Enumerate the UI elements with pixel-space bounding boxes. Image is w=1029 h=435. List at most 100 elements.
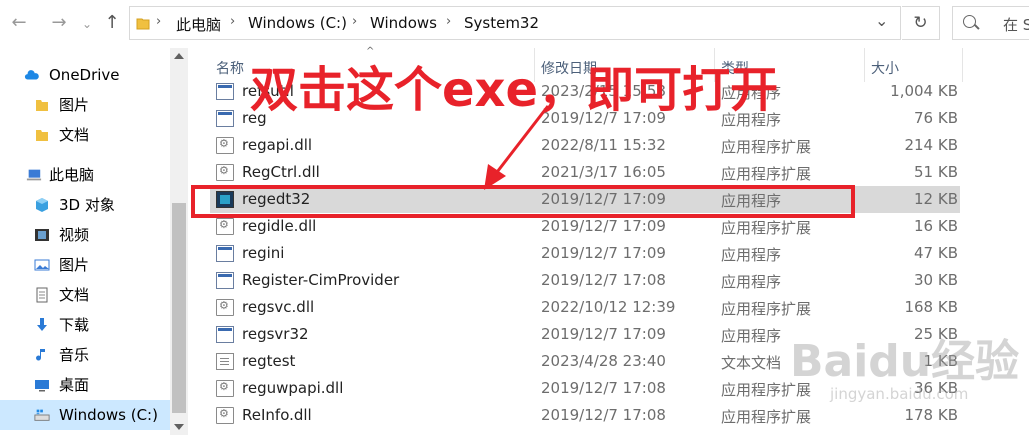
sidebar-item-documents-onedrive[interactable]: 文档 bbox=[0, 120, 170, 150]
sidebar-item-this-pc[interactable]: 此电脑 bbox=[0, 160, 170, 190]
music-icon bbox=[36, 349, 45, 361]
sidebar-item-label: 桌面 bbox=[59, 376, 90, 394]
sidebar-item-pictures-onedrive[interactable]: 图片 bbox=[0, 90, 170, 120]
address-input[interactable]: › 此电脑 › Windows (C:) › Windows › System3… bbox=[129, 6, 901, 40]
file-name: regini bbox=[242, 244, 285, 262]
search-input[interactable]: 在 S bbox=[952, 6, 1029, 40]
column-header-name[interactable]: 名称 bbox=[216, 58, 244, 78]
breadcrumb-drive[interactable]: Windows (C:) bbox=[248, 14, 347, 32]
file-date: 2023/4/28 23:40 bbox=[541, 352, 666, 370]
cloud-icon bbox=[24, 70, 39, 80]
file-type: 应用程序 bbox=[721, 327, 782, 345]
breadcrumb-windows[interactable]: Windows bbox=[370, 14, 437, 32]
file-size: 168 KB bbox=[904, 298, 958, 316]
scroll-up-icon[interactable] bbox=[174, 53, 184, 59]
file-date: 2022/10/12 12:39 bbox=[541, 298, 676, 316]
dll-file-icon bbox=[216, 218, 234, 235]
forward-button[interactable]: → bbox=[46, 8, 72, 38]
folder-icon bbox=[136, 18, 150, 30]
application-icon bbox=[216, 110, 234, 127]
computer-icon bbox=[26, 169, 42, 181]
sidebar-item-3d-objects[interactable]: 3D 对象 bbox=[0, 190, 170, 220]
pictures-icon bbox=[34, 259, 50, 271]
application-icon bbox=[216, 83, 234, 100]
file-row[interactable]: Register-CimProvider 2019/12/7 17:08 应用程序 3… bbox=[210, 267, 960, 294]
file-type: 应用程序 bbox=[721, 273, 782, 291]
sidebar-item-label: 图片 bbox=[59, 96, 90, 114]
application-icon bbox=[216, 272, 234, 289]
sidebar-item-pictures[interactable]: 图片 bbox=[0, 250, 170, 280]
file-row[interactable]: regini 2019/12/7 17:09 应用程序 47 KB bbox=[210, 240, 960, 267]
file-name: Register-CimProvider bbox=[242, 271, 400, 289]
file-type: 文本文档 bbox=[721, 354, 782, 372]
column-header-size[interactable]: 大小 bbox=[871, 58, 899, 78]
chevron-down-icon: ⌄ bbox=[81, 17, 93, 31]
column-divider[interactable] bbox=[864, 48, 865, 82]
breadcrumb-this-pc[interactable]: 此电脑 bbox=[176, 14, 221, 35]
file-row[interactable]: RegCtrl.dll2021/3/17 16:05应用程序扩展51 KB bbox=[210, 159, 960, 186]
sidebar-item-label: OneDrive bbox=[49, 66, 120, 84]
breadcrumb-separator: › bbox=[352, 14, 358, 29]
watermark-url: jingyan.baidu.com bbox=[830, 385, 969, 403]
annotation-text: 双击这个exe，即可打开 bbox=[250, 62, 779, 118]
scroll-down-icon[interactable] bbox=[174, 424, 184, 430]
back-arrow-icon: ← bbox=[11, 12, 27, 33]
file-name: regsvc.dll bbox=[242, 298, 315, 316]
recent-locations-button[interactable]: ⌄ bbox=[74, 8, 100, 38]
file-size: 47 KB bbox=[914, 244, 958, 262]
back-button[interactable]: ← bbox=[6, 8, 32, 38]
sidebar-item-label: 3D 对象 bbox=[59, 196, 115, 214]
dll-file-icon bbox=[216, 299, 234, 316]
file-row[interactable]: regapi.dll2022/8/11 15:32应用程序扩展214 KB bbox=[210, 132, 960, 159]
file-type: 应用程序扩展 bbox=[721, 165, 812, 183]
file-type: 应用程序 bbox=[721, 246, 782, 264]
file-name: regtest bbox=[242, 352, 296, 370]
sidebar-item-label: 下载 bbox=[59, 316, 90, 334]
sidebar-item-windows-c[interactable]: Windows (C:) bbox=[0, 400, 170, 430]
file-size: 51 KB bbox=[914, 163, 958, 181]
watermark: Baidu经验 jingyan.baidu.com bbox=[790, 325, 1020, 425]
cube-icon bbox=[36, 198, 48, 212]
refresh-button[interactable]: ↻ bbox=[902, 6, 940, 40]
refresh-icon: ↻ bbox=[913, 13, 928, 33]
address-dropdown-icon[interactable]: ⌄ bbox=[875, 11, 888, 30]
file-type: 应用程序扩展 bbox=[721, 138, 812, 156]
file-date: 2019/12/7 17:09 bbox=[541, 244, 666, 262]
breadcrumb-separator: › bbox=[156, 14, 162, 29]
folder-icon bbox=[36, 100, 48, 111]
search-placeholder: 在 S bbox=[1003, 16, 1029, 34]
dll-file-icon bbox=[216, 407, 234, 424]
file-size: 76 KB bbox=[914, 109, 958, 127]
sidebar-item-downloads[interactable]: 下载 bbox=[0, 310, 170, 340]
navigation-pane: OneDrive 图片 文档 此电脑 3D 对象 视频 图片 文档 下载 音乐 … bbox=[0, 48, 170, 435]
address-bar-area: ← → ⌄ ↑ › 此电脑 › Windows (C:) › Windows ›… bbox=[0, 0, 1029, 48]
column-divider[interactable] bbox=[962, 48, 963, 82]
file-row[interactable]: regsvc.dll 2022/10/12 12:39 应用程序扩展 168 KB bbox=[210, 294, 960, 321]
drive-icon bbox=[34, 409, 50, 421]
film-icon bbox=[35, 229, 49, 241]
scrollbar-thumb[interactable] bbox=[172, 203, 186, 413]
document-icon bbox=[36, 287, 48, 303]
sidebar-item-documents[interactable]: 文档 bbox=[0, 280, 170, 310]
breadcrumb-system32[interactable]: System32 bbox=[464, 14, 539, 32]
file-type: 应用程序扩展 bbox=[721, 300, 812, 318]
sidebar-item-label: 图片 bbox=[59, 256, 90, 274]
file-name: ReInfo.dll bbox=[242, 406, 312, 424]
up-button[interactable]: ↑ bbox=[99, 8, 125, 38]
forward-arrow-icon: → bbox=[51, 12, 67, 33]
sidebar-item-label: 文档 bbox=[59, 286, 90, 304]
file-name: RegCtrl.dll bbox=[242, 163, 320, 181]
breadcrumb-separator: › bbox=[446, 14, 452, 29]
sidebar-scrollbar[interactable] bbox=[170, 48, 188, 435]
sidebar-item-desktop[interactable]: 桌面 bbox=[0, 370, 170, 400]
sidebar-item-music[interactable]: 音乐 bbox=[0, 340, 170, 370]
sidebar-item-label: 音乐 bbox=[59, 346, 90, 364]
dll-file-icon bbox=[216, 164, 234, 181]
sidebar-item-label: 文档 bbox=[59, 126, 90, 144]
sidebar-item-onedrive[interactable]: OneDrive bbox=[0, 60, 170, 90]
file-name: regidle.dll bbox=[242, 217, 317, 235]
file-date: 2019/12/7 17:08 bbox=[541, 406, 666, 424]
file-date: 2019/12/7 17:09 bbox=[541, 325, 666, 343]
sidebar-item-videos[interactable]: 视频 bbox=[0, 220, 170, 250]
file-date: 2019/12/7 17:08 bbox=[541, 271, 666, 289]
